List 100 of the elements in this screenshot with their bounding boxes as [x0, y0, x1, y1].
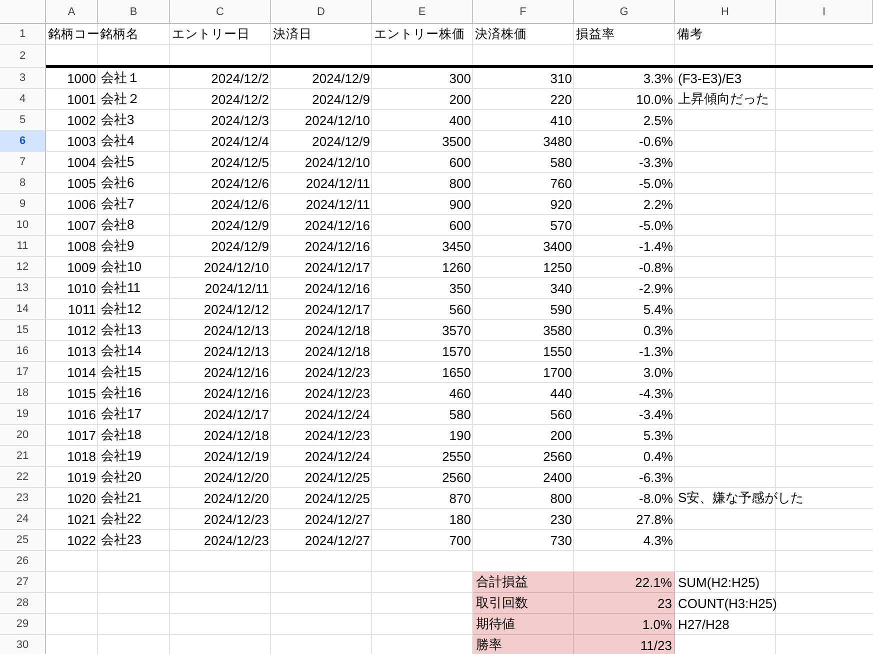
column-header[interactable]: B [98, 0, 170, 24]
table-cell-text: 2024/12/5 [210, 154, 270, 172]
row-header[interactable]: 17 [0, 362, 46, 383]
table-cell-text: 190 [448, 426, 472, 444]
row-header[interactable]: 30 [0, 635, 46, 654]
table-cell-text: 600 [448, 216, 472, 234]
table-cell-text: 1021 [66, 510, 97, 528]
row-header[interactable]: 15 [0, 320, 46, 341]
column-header[interactable]: G [574, 0, 675, 24]
table-cell-text: 会社23 [100, 531, 142, 549]
table-cell-text: 会社22 [100, 510, 142, 528]
row-header[interactable]: 6 [0, 131, 46, 152]
table-cell-text: (F3-E3)/E3 [677, 70, 743, 88]
table-cell-text: 0.4% [642, 448, 674, 466]
row-header[interactable]: 19 [0, 404, 46, 425]
row-header[interactable]: 8 [0, 173, 46, 194]
table-cell-text: 2024/12/11 [304, 174, 371, 192]
row-header[interactable]: 23 [0, 488, 46, 509]
table-cell-text: 2024/12/20 [202, 490, 270, 508]
table-cell-text: 2024/12/9 [311, 70, 371, 88]
table-cell: 22.1% [574, 572, 675, 593]
table-cell-text: 会社4 [100, 132, 136, 150]
row-header[interactable]: 22 [0, 467, 46, 488]
column-header[interactable]: H [675, 0, 776, 24]
table-cell-text: -3.3% [638, 154, 674, 172]
row-header[interactable]: 13 [0, 278, 46, 299]
row-header[interactable]: 18 [0, 383, 46, 404]
column-header[interactable]: E [372, 0, 473, 24]
table-cell-text: 2024/12/23 [304, 384, 371, 402]
table-cell-text: 1009 [66, 258, 97, 276]
row-header[interactable]: 11 [0, 236, 46, 257]
table-cell-text: 2024/12/20 [202, 468, 270, 486]
row-header[interactable]: 2 [0, 45, 46, 68]
table-cell-text: 230 [549, 510, 573, 528]
table-cell-text: 2024/12/27 [304, 510, 371, 528]
column-header[interactable]: C [170, 0, 271, 24]
column-header[interactable]: F [473, 0, 574, 24]
row-header[interactable]: 10 [0, 215, 46, 236]
table-cell-text: -6.3% [638, 468, 674, 486]
table-cell-text: 1020 [66, 490, 97, 508]
row-header[interactable]: 28 [0, 593, 46, 614]
row-header[interactable]: 21 [0, 446, 46, 467]
table-cell-text: 会社21 [100, 489, 142, 507]
table-cell-text: -0.6% [638, 132, 674, 150]
table-cell-text: 2024/12/10 [202, 258, 270, 276]
table-cell-text: 200 [448, 90, 472, 108]
row-header[interactable]: 5 [0, 110, 46, 131]
table-cell-text: 1550 [542, 342, 573, 360]
table-cell-text: 3.0% [642, 364, 674, 382]
row-header[interactable]: 27 [0, 572, 46, 593]
row-header[interactable]: 29 [0, 614, 46, 635]
row-header[interactable]: 25 [0, 530, 46, 551]
table-cell-text: 1003 [66, 132, 97, 150]
table-cell-text: 2024/12/16 [304, 280, 371, 298]
table-cell-text: -4.3% [638, 384, 674, 402]
table-cell-text: 2024/12/24 [304, 448, 371, 466]
row-header[interactable]: 9 [0, 194, 46, 215]
row-header[interactable]: 26 [0, 551, 46, 572]
table-cell-text: エントリー日 [171, 26, 251, 42]
row-header[interactable]: 14 [0, 299, 46, 320]
table-cell-text: 2024/12/16 [202, 384, 270, 402]
row-header[interactable]: 1 [0, 24, 46, 45]
table-cell-text: 3500 [441, 132, 472, 150]
table-cell-text: 会社11 [100, 279, 142, 297]
table-cell-text: 1016 [66, 406, 97, 424]
table-cell-text: 2024/12/13 [202, 342, 270, 360]
table-cell-text: 銘柄名 [99, 26, 140, 42]
row-header[interactable]: 20 [0, 425, 46, 446]
column-header[interactable]: A [46, 0, 98, 24]
table-cell-text: 4.3% [642, 532, 674, 550]
row-header[interactable]: 24 [0, 509, 46, 530]
table-cell-text: 2024/12/9 [210, 216, 270, 234]
table-cell-text: 会社6 [100, 174, 136, 192]
table-cell-text: COUNT(H3:H25) [677, 594, 778, 613]
column-header[interactable]: I [776, 0, 873, 24]
table-cell-text: 5.4% [642, 300, 674, 318]
table-cell-text: 900 [448, 196, 472, 214]
table-cell-text: 2024/12/13 [202, 322, 270, 340]
table-cell-text: 2024/12/18 [304, 322, 371, 340]
table-cell-text: H27/H28 [677, 616, 730, 634]
table-cell-text: 5.3% [642, 426, 674, 444]
table-cell-text: 870 [448, 490, 472, 508]
row-header[interactable]: 7 [0, 152, 46, 173]
row-header[interactable]: 4 [0, 89, 46, 110]
row-header[interactable]: 3 [0, 68, 46, 89]
table-cell-text: 2024/12/6 [210, 174, 270, 192]
table-cell-text: 2024/12/17 [304, 300, 371, 318]
column-header[interactable]: D [271, 0, 372, 24]
table-cell-text: 10.0% [635, 90, 674, 108]
table-cell-text: 730 [549, 532, 573, 550]
table-cell: 合計損益 [473, 572, 574, 593]
row-header[interactable]: 16 [0, 341, 46, 362]
table-cell-text: 300 [448, 70, 472, 88]
table-cell-text: 2024/12/9 [311, 90, 371, 108]
row-header[interactable]: 12 [0, 257, 46, 278]
select-all-corner[interactable] [0, 0, 46, 24]
table-cell-text: 2024/12/10 [304, 154, 371, 172]
table-cell-text: 会社13 [100, 321, 142, 339]
table-cell-text: 会社17 [100, 405, 142, 423]
table-cell: 11/23 [574, 635, 675, 654]
